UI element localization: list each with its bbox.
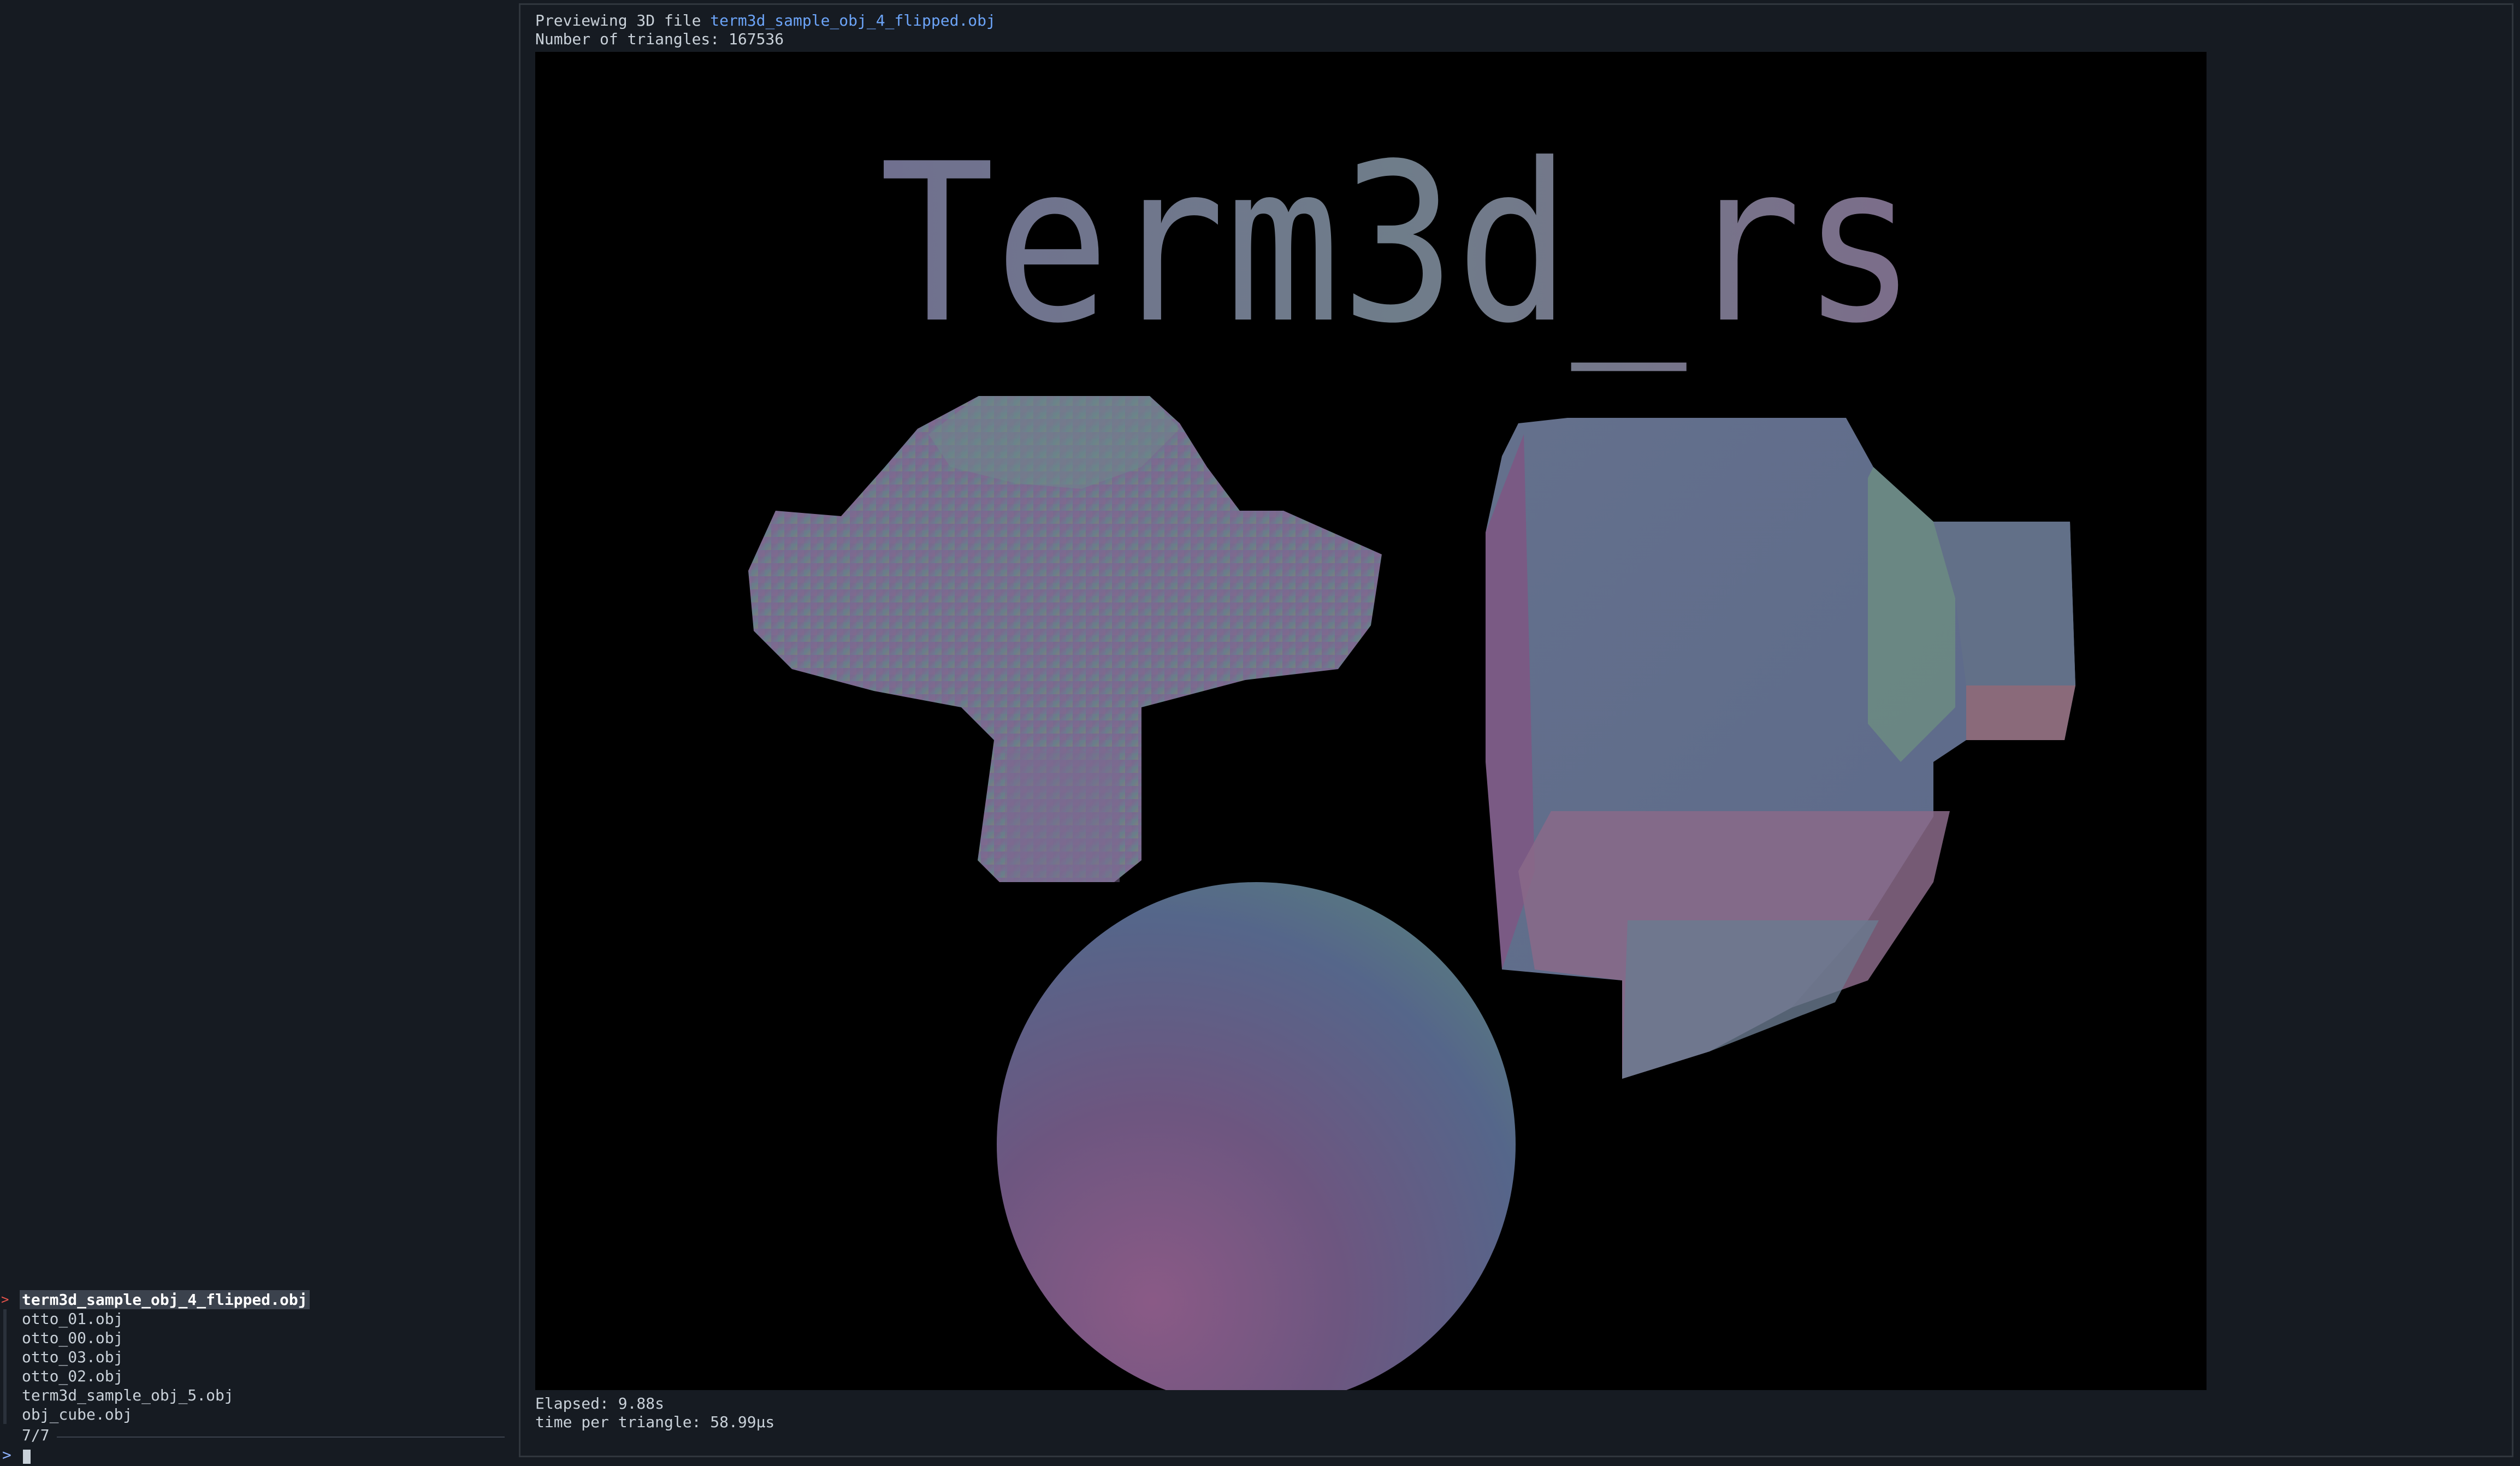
file-selector-pane: > term3d_sample_obj_4_flipped.obj otto_0… [0,0,513,1466]
triangle-count: Number of triangles: 167536 [535,30,784,48]
file-list-item-label: otto_03.obj [22,1348,123,1366]
render-title-text: Term3d_rs [879,117,1917,374]
row-gutter [3,1328,7,1347]
file-list-item[interactable]: obj_cube.obj [0,1405,513,1424]
row-gutter [3,1309,7,1328]
time-per-triangle: time per triangle: 58.99µs [535,1413,775,1431]
search-input[interactable] [22,1447,350,1463]
row-gutter [3,1405,7,1424]
file-list-item-label: otto_00.obj [22,1329,123,1347]
sphere-model [997,882,1516,1390]
file-list-item[interactable]: otto_03.obj [0,1347,513,1367]
preview-filename: term3d_sample_obj_4_flipped.obj [710,11,996,29]
file-list-item-label: obj_cube.obj [22,1405,133,1423]
text-cursor [23,1450,31,1464]
file-list-item[interactable]: term3d_sample_obj_5.obj [0,1386,513,1405]
match-count: 7/7 [22,1426,50,1444]
file-list-item-label: term3d_sample_obj_5.obj [22,1386,234,1404]
file-list-item[interactable]: otto_02.obj [0,1367,513,1386]
prompt-caret-icon: > [2,1446,11,1464]
previewing-label: Previewing 3D file [535,11,711,29]
preview-header: Previewing 3D file term3d_sample_obj_4_f… [535,11,996,30]
row-gutter [3,1386,7,1405]
row-gutter [3,1367,7,1386]
divider [57,1437,505,1438]
selection-caret-icon: > [1,1292,9,1307]
rounded-cube-model [1486,418,2075,1079]
file-list-item-label: term3d_sample_obj_4_flipped.obj [20,1290,310,1309]
render-canvas: Term3d_rs [748,117,2075,1390]
file-list-item[interactable]: otto_01.obj [0,1309,513,1328]
monkey-head-model [748,396,1382,882]
file-list-item-label: otto_02.obj [22,1367,123,1385]
file-list-item[interactable]: otto_00.obj [0,1328,513,1347]
file-list-item-label: otto_01.obj [22,1310,123,1328]
file-list: > term3d_sample_obj_4_flipped.obj otto_0… [0,1290,513,1424]
preview-pane: Previewing 3D file term3d_sample_obj_4_f… [519,3,2513,1457]
row-gutter [3,1347,7,1367]
file-list-item-selected[interactable]: > term3d_sample_obj_4_flipped.obj [0,1290,513,1309]
elapsed-time: Elapsed: 9.88s [535,1394,665,1412]
render-viewport: Term3d_rs [535,52,2207,1390]
